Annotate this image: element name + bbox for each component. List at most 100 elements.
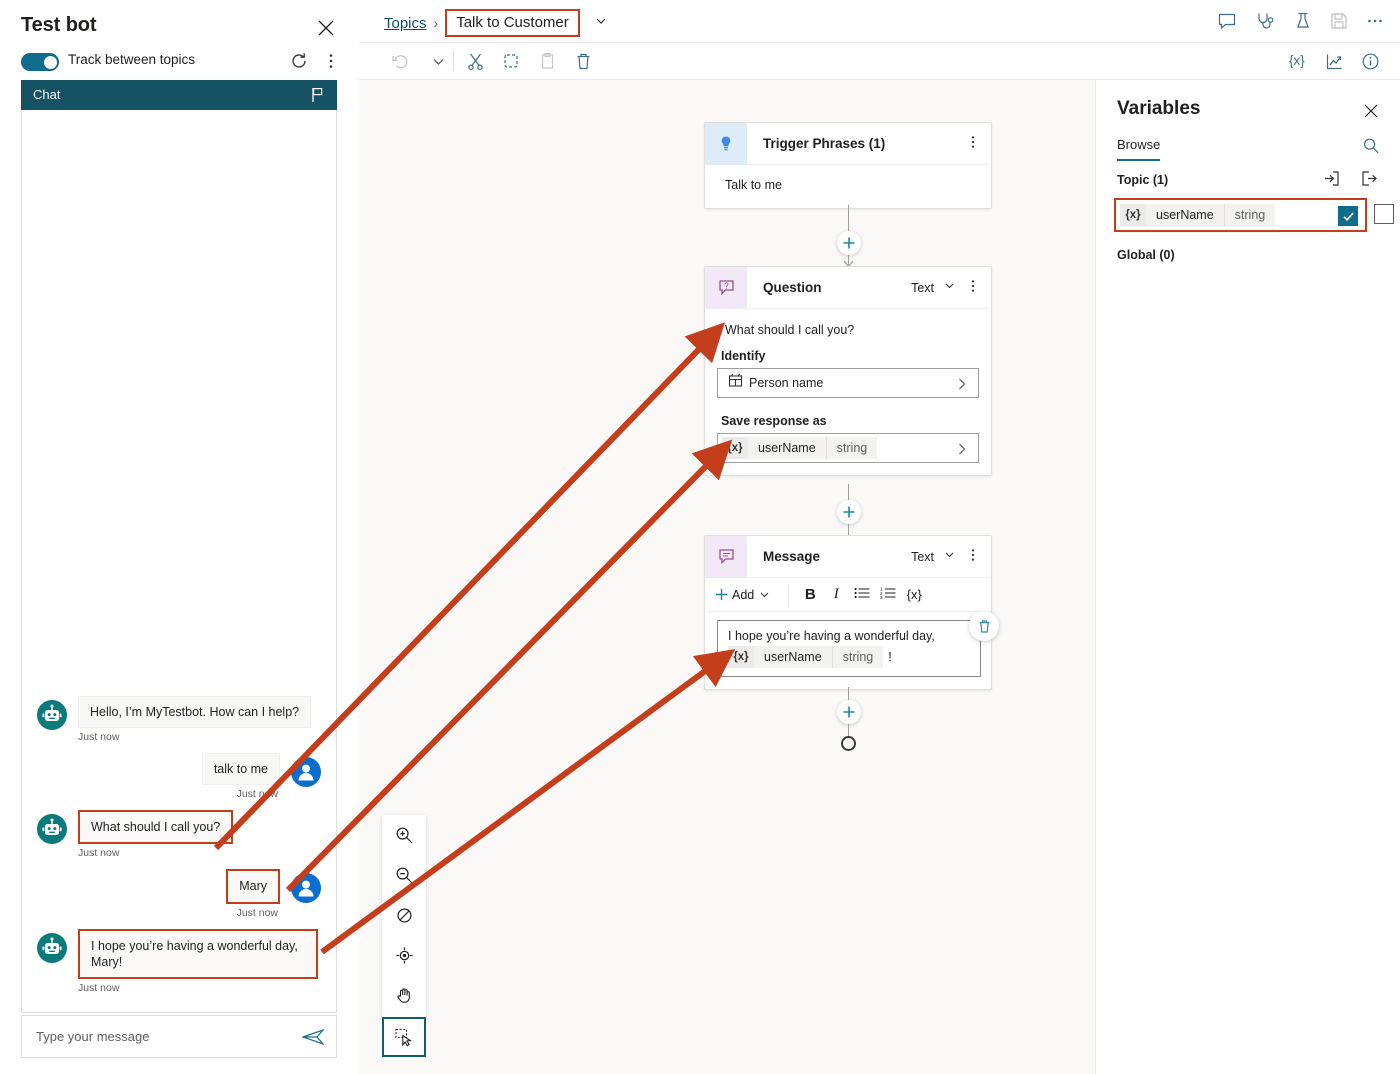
variable-chip-type: string — [1223, 204, 1276, 226]
delete-message-button[interactable] — [969, 611, 999, 641]
chevron-down-icon[interactable] — [429, 52, 448, 76]
chat-bubble: talk to me — [201, 752, 280, 785]
add-node-button-3[interactable] — [837, 700, 861, 724]
message-body-line: I hope you’re having a wonderful day, — [728, 629, 935, 643]
question-prompt-text[interactable]: What should I call you? — [705, 309, 991, 345]
chevron-down-icon[interactable] — [594, 14, 608, 33]
variable-select-checkbox[interactable] — [1374, 204, 1394, 224]
track-between-topics-label: Track between topics — [68, 52, 196, 67]
trash-icon[interactable] — [574, 52, 593, 76]
breadcrumb-current-topic[interactable]: Talk to Customer — [445, 9, 580, 37]
save-response-field[interactable]: {x} userName string — [717, 433, 979, 463]
chevron-down-icon[interactable] — [943, 279, 956, 297]
variable-icon[interactable]: {x} — [1289, 52, 1305, 70]
close-icon[interactable] — [315, 17, 337, 39]
trigger-phrase-text[interactable]: Talk to me — [705, 165, 991, 208]
bullet-list-icon[interactable] — [849, 586, 875, 604]
chat-message-input[interactable] — [34, 1016, 284, 1057]
breadcrumb-topics-link[interactable]: Topics — [384, 15, 427, 32]
breadcrumb: Topics › Talk to Customer — [384, 9, 608, 37]
zoom-in-icon[interactable] — [382, 815, 426, 855]
paste-icon[interactable] — [538, 52, 557, 76]
question-node[interactable]: ? Question Text What should I call you? … — [704, 266, 992, 476]
zoom-out-icon[interactable] — [382, 855, 426, 895]
add-content-label: Add — [732, 587, 755, 602]
bot-avatar — [37, 699, 67, 730]
copy-icon[interactable] — [502, 52, 521, 76]
message-node-type[interactable]: Text — [911, 550, 934, 564]
cut-icon[interactable] — [466, 52, 485, 76]
variable-chip-name: userName — [1156, 208, 1214, 222]
lightbulb-icon — [705, 122, 747, 165]
message-bubble-icon — [705, 535, 747, 578]
add-node-button-2[interactable] — [837, 500, 861, 524]
bold-button[interactable]: B — [797, 586, 823, 603]
send-icon[interactable] — [301, 1027, 325, 1047]
analytics-icon[interactable] — [1325, 52, 1344, 76]
trigger-phrases-node[interactable]: Trigger Phrases (1) Talk to me — [704, 122, 992, 209]
chat-bubble: What should I call you? — [78, 810, 234, 845]
question-bubble-icon: ? — [705, 266, 747, 309]
fit-to-view-icon[interactable] — [382, 935, 426, 975]
insert-variable-button[interactable]: {x} — [901, 587, 927, 602]
question-node-type[interactable]: Text — [911, 281, 934, 295]
chat-tab-label: Chat — [33, 87, 61, 102]
identify-field[interactable]: Person name — [717, 368, 979, 398]
chat-bubble: Mary — [226, 869, 280, 904]
chat-message-bot: I hope you’re having a wonderful day, Ma… — [30, 928, 328, 994]
toolbar-divider — [788, 584, 790, 605]
chat-timestamp: Just now — [236, 906, 278, 919]
more-horizontal-icon[interactable] — [1365, 11, 1385, 36]
message-node-header: Message Text — [705, 535, 991, 578]
undo-icon[interactable] — [391, 52, 410, 76]
chevron-right-icon[interactable] — [955, 441, 969, 462]
trigger-node-kebab[interactable] — [965, 134, 981, 155]
variable-input-icon[interactable] — [1322, 169, 1341, 193]
flag-icon[interactable] — [309, 86, 327, 104]
save-icon[interactable] — [1329, 11, 1349, 36]
pan-hand-icon[interactable] — [382, 975, 426, 1015]
variable-output-icon[interactable] — [1360, 169, 1379, 193]
flask-icon[interactable] — [1293, 11, 1313, 36]
message-node[interactable]: Message Text Add B I 1 2 3 {x} I hope yo… — [704, 535, 999, 690]
refresh-icon[interactable] — [289, 51, 309, 71]
variable-icon-label: {x} — [1289, 53, 1305, 68]
add-content-button[interactable]: Add — [715, 588, 771, 602]
message-text-editor[interactable]: I hope you’re having a wonderful day, {x… — [717, 611, 999, 677]
track-between-topics-toggle[interactable] — [21, 53, 59, 71]
more-vertical-icon[interactable] — [321, 51, 341, 71]
chat-input-bar — [21, 1015, 337, 1058]
variables-panel: Variables Browse Topic (1) {x} userName … — [1095, 80, 1400, 1074]
variable-chip-name: userName — [764, 650, 822, 664]
variable-chip[interactable]: {x} userName string — [722, 437, 878, 459]
variable-chip[interactable]: {x} userName string — [728, 646, 884, 668]
message-node-kebab[interactable] — [965, 547, 981, 568]
italic-button[interactable]: I — [823, 586, 849, 603]
topic-authoring-canvas[interactable]: Trigger Phrases (1) Talk to me ? Questio… — [359, 80, 1095, 1074]
variable-chip-name: userName — [758, 441, 816, 455]
chevron-right-icon[interactable] — [955, 376, 969, 397]
close-icon[interactable] — [1362, 102, 1380, 125]
add-node-button-1[interactable] — [837, 231, 861, 255]
variable-chip-symbol: {x} — [728, 646, 754, 668]
tab-browse[interactable]: Browse — [1117, 137, 1161, 161]
variable-row[interactable]: {x} userName string — [1114, 198, 1367, 232]
chat-message-user: talk to me Just now — [30, 752, 328, 800]
variable-enabled-checkbox[interactable] — [1338, 206, 1358, 226]
edit-toolbar: {x} — [359, 43, 1400, 80]
question-node-kebab[interactable] — [965, 278, 981, 299]
question-node-title: Question — [763, 280, 822, 295]
chevron-down-icon — [760, 592, 769, 598]
info-icon[interactable] — [1361, 52, 1380, 76]
comment-icon[interactable] — [1217, 11, 1237, 36]
chat-message-list: Hello, I’m MyTestbot. How can I help? Jus… — [21, 110, 337, 1013]
end-circle-icon — [841, 736, 856, 751]
select-tool-icon[interactable] — [382, 1017, 426, 1057]
search-icon[interactable] — [1362, 137, 1380, 160]
zoom-reset-icon[interactable] — [382, 895, 426, 935]
stethoscope-icon[interactable] — [1255, 11, 1275, 36]
breadcrumb-separator: › — [433, 15, 439, 31]
variable-chip[interactable]: {x} userName string — [1120, 204, 1276, 226]
chevron-down-icon[interactable] — [943, 548, 956, 566]
numbered-list-icon[interactable]: 1 2 3 — [875, 586, 901, 604]
